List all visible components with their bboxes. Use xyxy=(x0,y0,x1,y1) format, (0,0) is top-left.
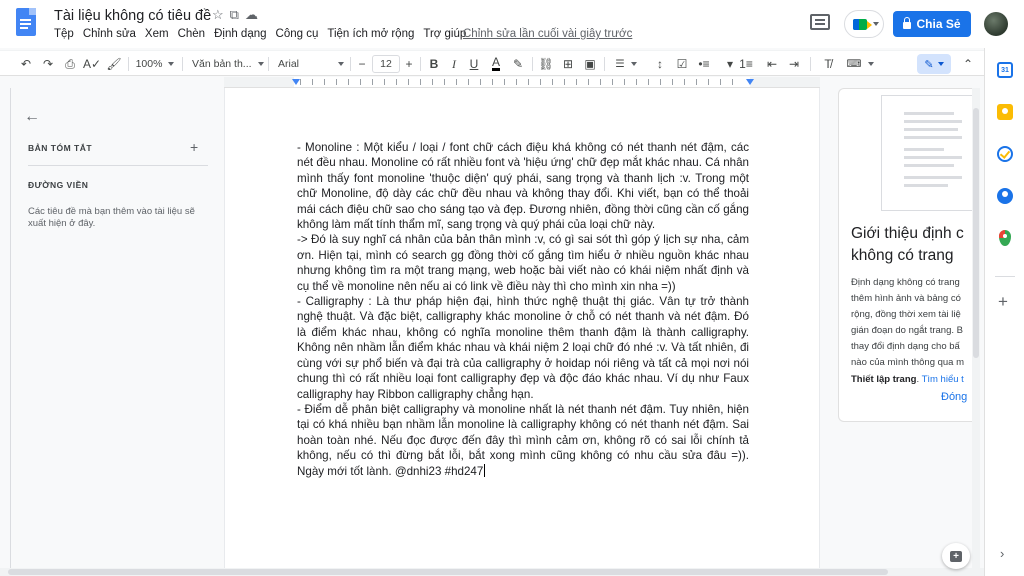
paragraph: -> Đó là suy nghĩ cá nhân của bản thân m… xyxy=(297,233,749,293)
chevron-down-icon xyxy=(873,22,879,26)
meet-button[interactable] xyxy=(844,10,884,38)
text-cursor xyxy=(484,463,486,477)
promo-title: Giới thiệu định c không có trang xyxy=(851,225,964,264)
cloud-status-icon[interactable]: ☁ xyxy=(245,7,258,23)
zoom-value: 100% xyxy=(135,58,163,70)
menu-view[interactable]: Xem xyxy=(145,28,174,40)
image-icon[interactable]: ▣ xyxy=(582,56,598,72)
promo-description: Định dạng không có trang thêm hình ảnh v… xyxy=(851,277,965,385)
scrollbar-thumb[interactable] xyxy=(8,569,888,575)
outline-hint: Các tiêu đề mà bạn thêm vào tài liệu sẽ … xyxy=(28,206,195,229)
add-summary-icon[interactable]: + xyxy=(190,139,198,155)
chevron-down-icon[interactable]: ▾ xyxy=(722,56,738,72)
close-promo-button[interactable]: Đóng xyxy=(941,391,967,403)
left-indent-marker[interactable] xyxy=(292,79,300,85)
docs-logo-icon[interactable] xyxy=(16,8,36,36)
text-color-button[interactable]: A xyxy=(488,56,504,72)
pencil-icon: ✎ xyxy=(924,58,934,71)
bold-button[interactable]: B xyxy=(426,56,442,72)
increase-font-size-button[interactable]: + xyxy=(401,56,417,72)
decrease-indent-icon[interactable]: ⇤ xyxy=(764,56,780,72)
decrease-font-size-button[interactable]: − xyxy=(354,56,370,72)
app-header: Tài liệu không có tiêu đề ☆ ⧉ ☁ Tệp Chỉn… xyxy=(0,0,1024,48)
learn-more-link[interactable]: Tìm hiểu t xyxy=(922,374,964,385)
menu-edit[interactable]: Chỉnh sửa xyxy=(83,28,141,40)
explore-icon: + xyxy=(950,550,962,562)
comment-history-icon[interactable] xyxy=(810,14,830,30)
horizontal-scrollbar[interactable] xyxy=(0,568,984,576)
calendar-icon[interactable]: 31 xyxy=(997,62,1013,78)
document-page[interactable]: - Monoline : Một kiểu / loại / font chữ … xyxy=(224,88,820,576)
paragraph-text: - Điểm dễ phân biệt calligraphy và monol… xyxy=(297,402,749,478)
title-icons: ☆ ⧉ ☁ xyxy=(212,7,258,23)
menu-bar: Tệp Chỉnh sửa Xem Chèn Định dạng Công cụ… xyxy=(54,28,475,40)
move-folder-icon[interactable]: ⧉ xyxy=(230,7,239,23)
clear-formatting-icon[interactable]: T̸ xyxy=(820,56,836,72)
numbered-list-icon[interactable]: 1≡ xyxy=(738,56,754,72)
maps-icon[interactable] xyxy=(999,230,1011,246)
pageless-preview-image xyxy=(881,95,974,211)
contacts-icon[interactable] xyxy=(997,188,1013,204)
menu-file[interactable]: Tệp xyxy=(54,28,79,40)
doc-title[interactable]: Tài liệu không có tiêu đề xyxy=(54,8,211,24)
paragraph: - Monoline : Một kiểu / loại / font chữ … xyxy=(297,141,749,232)
vertical-scrollbar[interactable] xyxy=(972,88,980,568)
spellcheck-icon[interactable]: A✓ xyxy=(83,56,101,72)
undo-icon[interactable]: ↶ xyxy=(18,56,34,72)
increase-indent-icon[interactable]: ⇥ xyxy=(786,56,802,72)
document-body[interactable]: - Monoline : Một kiểu / loại / font chữ … xyxy=(297,140,749,479)
side-panel: 31 + › xyxy=(984,48,1024,576)
comment-add-icon[interactable]: ⊞ xyxy=(560,56,576,72)
share-label: Chia Sẻ xyxy=(916,17,961,31)
menu-tools[interactable]: Công cụ xyxy=(276,28,324,40)
bulleted-list-icon[interactable]: •≡ xyxy=(696,56,712,72)
paragraph: - Calligraphy : Là thư pháp hiện đại, hì… xyxy=(297,295,749,401)
ruler xyxy=(224,77,820,88)
tasks-icon[interactable] xyxy=(997,146,1013,162)
style-value: Văn bản th... xyxy=(192,58,252,70)
last-edit-link[interactable]: Chỉnh sửa lần cuối vài giây trước xyxy=(463,28,632,40)
link-icon[interactable]: ⛓ xyxy=(538,56,554,72)
scrollbar-thumb[interactable] xyxy=(973,108,979,358)
editing-mode-button[interactable]: ✎ xyxy=(917,54,951,74)
font-value: Arial xyxy=(278,58,300,70)
italic-button[interactable]: I xyxy=(446,56,462,72)
paint-format-icon[interactable]: 🖌 xyxy=(106,56,122,72)
input-tools-icon: ⌨ xyxy=(846,58,862,70)
keep-icon[interactable] xyxy=(997,104,1013,120)
lock-icon xyxy=(903,17,912,29)
star-icon[interactable]: ☆ xyxy=(212,7,224,23)
print-icon[interactable]: ⎙ xyxy=(62,56,78,72)
menu-insert[interactable]: Chèn xyxy=(178,28,211,40)
highlight-icon[interactable]: ✎ xyxy=(510,56,526,72)
font-size-input[interactable]: 12 xyxy=(372,55,400,73)
close-outline-icon[interactable]: ← xyxy=(24,108,40,126)
summary-heading: BẢN TÓM TẮT xyxy=(28,143,93,153)
right-indent-marker[interactable] xyxy=(746,79,754,85)
outline-heading: ĐƯỜNG VIỀN xyxy=(28,180,89,190)
line-spacing-icon[interactable]: ↕ xyxy=(652,56,668,72)
style-select[interactable]: Văn bản th... xyxy=(192,56,264,72)
menu-format[interactable]: Định dạng xyxy=(214,28,271,40)
font-select[interactable]: Arial xyxy=(278,56,344,72)
avatar[interactable] xyxy=(984,12,1008,36)
meet-icon xyxy=(853,19,872,30)
underline-button[interactable]: U xyxy=(466,56,482,72)
checklist-icon[interactable]: ☑ xyxy=(674,56,690,72)
page-setup-text: Thiết lập trang xyxy=(851,373,917,385)
align-select[interactable]: ☰ xyxy=(610,56,642,72)
toolbar: ↶ ↷ ⎙ A✓ 🖌 100% Văn bản th... Arial − 12… xyxy=(0,50,984,76)
menu-extensions[interactable]: Tiện ích mở rộng xyxy=(327,28,419,40)
paragraph-last: - Điểm dễ phân biệt calligraphy và monol… xyxy=(297,402,749,479)
zoom-select[interactable]: 100% xyxy=(135,56,175,72)
get-addons-icon[interactable]: + xyxy=(998,292,1008,312)
chevron-right-icon[interactable]: › xyxy=(1000,546,1004,561)
pageless-promo-panel: Giới thiệu định c không có trang Định dạ… xyxy=(838,88,974,422)
input-tools-select[interactable]: ⌨ xyxy=(844,56,876,72)
explore-button[interactable]: + xyxy=(942,543,970,569)
share-button[interactable]: Chia Sẻ xyxy=(893,11,971,37)
align-left-icon: ☰ xyxy=(615,58,625,70)
redo-icon[interactable]: ↷ xyxy=(40,56,56,72)
collapse-menus-icon[interactable]: ⌃ xyxy=(960,56,976,72)
